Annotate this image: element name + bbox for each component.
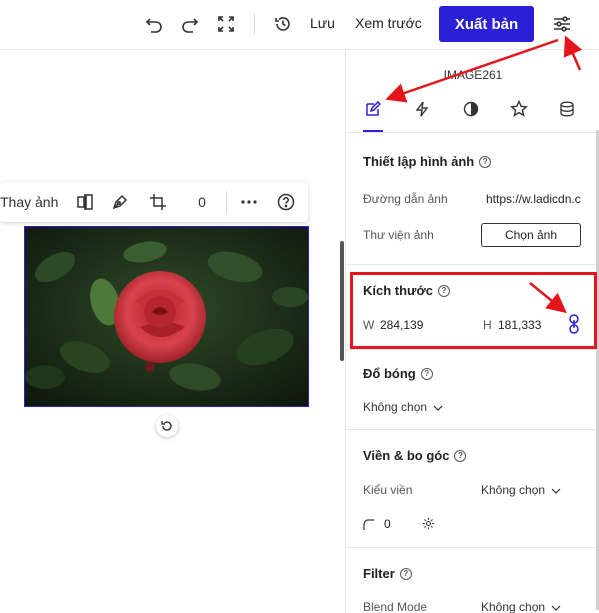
filter-title-text: Filter — [363, 566, 395, 581]
element-name: IMAGE261 — [443, 68, 503, 82]
divider — [346, 547, 599, 548]
help-icon[interactable]: ? — [479, 155, 492, 168]
chevron-down-icon — [433, 400, 443, 414]
canvas-scrollbar[interactable] — [340, 241, 344, 361]
save-button[interactable]: Lưu — [310, 15, 335, 31]
highlight-box — [350, 272, 597, 349]
flip-icon[interactable] — [74, 190, 96, 214]
shadow-select-value: Không chọn — [363, 400, 428, 414]
shadow-select[interactable]: Không chọn — [363, 400, 443, 414]
top-bar: Lưu Xem trước Xuất bản — [0, 0, 599, 50]
image-library-label: Thư viện ảnh — [363, 228, 434, 242]
image-settings-title: Thiết lập hình ảnh ? — [363, 154, 492, 169]
redo-icon[interactable] — [178, 12, 202, 36]
tab-events-icon[interactable] — [412, 99, 432, 119]
help-icon[interactable]: ? — [420, 367, 433, 380]
rotate-icon[interactable] — [156, 415, 178, 437]
crop-icon[interactable] — [147, 190, 169, 214]
rose-image[interactable] — [24, 226, 309, 407]
divider — [346, 349, 599, 350]
corner-radius-input[interactable]: 0 — [384, 517, 391, 531]
count-value: 0 — [198, 194, 206, 210]
image-path-value[interactable]: https://w.ladicdn.c — [486, 192, 581, 206]
tab-effects-icon[interactable] — [509, 99, 529, 119]
divider — [346, 429, 599, 430]
image-path-label: Đường dẫn ảnh — [363, 192, 448, 206]
chevron-down-icon — [551, 600, 561, 613]
separator — [254, 13, 255, 35]
divider — [346, 264, 599, 265]
tabs-divider — [346, 132, 599, 133]
blend-mode-select[interactable]: Không chọn — [481, 600, 561, 613]
editor-canvas[interactable]: Thay ảnh 0 — [0, 51, 345, 613]
publish-button[interactable]: Xuất bản — [439, 6, 534, 42]
undo-icon[interactable] — [142, 12, 166, 36]
separator — [226, 191, 227, 213]
more-icon[interactable] — [238, 190, 260, 214]
pen-icon[interactable] — [109, 190, 131, 214]
border-title: Viền & bo góc ? — [363, 448, 467, 463]
gear-icon[interactable] — [422, 517, 435, 530]
help-icon[interactable]: ? — [454, 449, 467, 462]
blend-mode-label: Blend Mode — [363, 600, 428, 613]
shadow-title: Đổ bóng ? — [363, 366, 433, 381]
choose-image-button[interactable]: Chọn ảnh — [481, 223, 581, 247]
fullscreen-icon[interactable] — [214, 12, 238, 36]
filter-title: Filter ? — [363, 566, 412, 581]
replace-image-button[interactable]: Thay ảnh — [0, 190, 58, 214]
border-title-text: Viền & bo góc — [363, 448, 450, 463]
image-settings-title-text: Thiết lập hình ảnh — [363, 154, 475, 169]
border-style-label: Kiểu viền — [363, 483, 413, 497]
blend-mode-value: Không chọn — [481, 600, 546, 613]
image-toolbar: Thay ảnh 0 — [0, 182, 308, 222]
history-icon[interactable] — [271, 12, 295, 36]
border-style-select[interactable]: Không chọn — [481, 483, 561, 497]
tab-data-icon[interactable] — [557, 99, 577, 119]
preview-button[interactable]: Xem trước — [355, 15, 422, 31]
help-icon[interactable]: ? — [399, 567, 412, 580]
corner-radius-icon — [363, 518, 375, 530]
shadow-title-text: Đổ bóng — [363, 366, 416, 381]
border-style-value: Không chọn — [481, 483, 546, 497]
help-icon[interactable] — [275, 190, 297, 214]
tab-edit-icon[interactable] — [363, 99, 383, 119]
settings-sliders-icon[interactable] — [550, 12, 574, 36]
chevron-down-icon — [551, 483, 561, 497]
tab-style-icon[interactable] — [461, 99, 481, 119]
